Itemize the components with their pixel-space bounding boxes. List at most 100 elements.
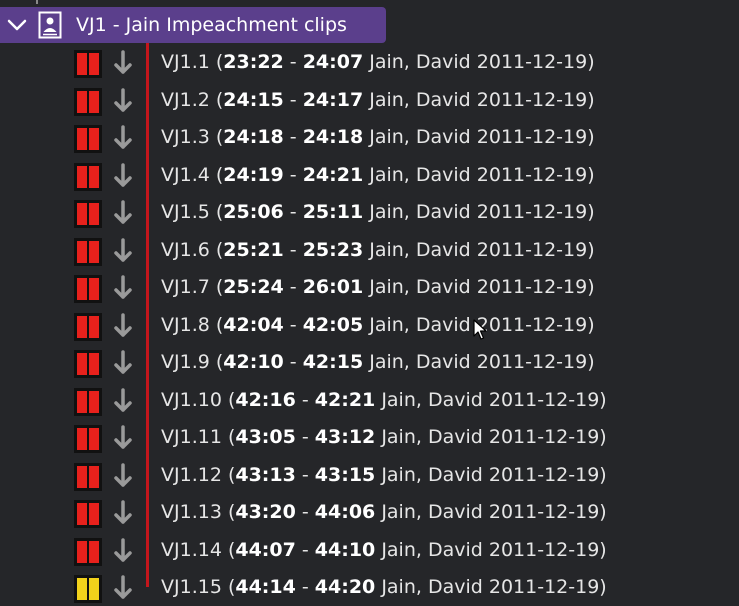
clip-date: 2011-12-19 <box>476 88 588 111</box>
clip-start-time: 23:22 <box>223 51 284 73</box>
down-arrow-icon[interactable] <box>112 312 134 340</box>
down-arrow-icon[interactable] <box>112 387 134 415</box>
clip-end-time: 24:17 <box>302 88 364 111</box>
down-arrow-icon[interactable] <box>112 87 134 115</box>
clip-end-time: 44:20 <box>314 576 376 598</box>
clip-id: VJ1.11 <box>161 426 222 448</box>
clip-id: VJ1.2 <box>161 88 210 111</box>
clip-row[interactable]: VJ1.13 (43:20 - 44:06 Jain, David 2011-1… <box>0 493 739 531</box>
group-header[interactable]: VJ1 - Jain Impeachment clips <box>0 7 386 43</box>
mouse-cursor-icon <box>473 319 487 340</box>
clip-row[interactable]: VJ1.9 (42:10 - 42:15 Jain, David 2011-12… <box>0 343 739 381</box>
clip-row[interactable]: VJ1.5 (25:06 - 25:11 Jain, David 2011-12… <box>0 193 739 231</box>
pause-status-icon[interactable] <box>74 425 102 453</box>
down-arrow-icon[interactable] <box>112 424 134 452</box>
clip-end-time: 24:07 <box>302 51 364 73</box>
down-arrow-icon[interactable] <box>112 274 134 302</box>
clip-label: VJ1.14 (44:07 - 44:10 Jain, David 2011-1… <box>161 538 607 561</box>
clip-label: VJ1.12 (43:13 - 43:15 Jain, David 2011-1… <box>161 463 607 486</box>
down-arrow-icon[interactable] <box>112 199 134 227</box>
pause-status-icon[interactable] <box>74 350 102 378</box>
down-arrow-icon[interactable] <box>112 349 134 377</box>
clip-id: VJ1.8 <box>161 313 210 336</box>
chevron-down-icon[interactable] <box>0 7 34 43</box>
clip-label: VJ1.5 (25:06 - 25:11 Jain, David 2011-12… <box>161 201 595 223</box>
clip-end-time: 25:23 <box>302 238 364 261</box>
clip-speaker: Jain, David <box>369 51 471 73</box>
clip-row[interactable]: VJ1.7 (25:24 - 26:01 Jain, David 2011-12… <box>0 268 739 306</box>
clip-date: 2011-12-19 <box>488 426 600 448</box>
clip-label: VJ1.8 (42:04 - 42:05 Jain, David 2011-12… <box>161 313 595 336</box>
clip-date: 2011-12-19 <box>476 351 588 373</box>
clip-id: VJ1.13 <box>161 501 222 523</box>
clip-end-time: 42:21 <box>314 388 376 411</box>
pause-status-icon[interactable] <box>74 125 102 153</box>
pause-status-icon[interactable] <box>74 312 102 341</box>
down-arrow-icon[interactable] <box>112 537 134 565</box>
clip-row[interactable]: VJ1.14 (44:07 - 44:10 Jain, David 2011-1… <box>0 531 739 569</box>
pause-status-icon[interactable] <box>74 387 102 416</box>
clip-row[interactable]: VJ1.3 (24:18 - 24:18 Jain, David 2011-12… <box>0 118 739 156</box>
pause-status-icon[interactable] <box>74 200 102 228</box>
clip-speaker: Jain, David <box>381 426 483 448</box>
pause-status-icon[interactable] <box>74 500 102 528</box>
down-arrow-icon[interactable] <box>112 462 134 490</box>
down-arrow-icon[interactable] <box>112 499 134 527</box>
clip-end-time: 42:15 <box>302 351 364 373</box>
pause-status-icon[interactable] <box>74 237 102 266</box>
clip-speaker: Jain, David <box>381 463 483 486</box>
clip-speaker: Jain, David <box>381 576 483 598</box>
clip-id: VJ1.4 <box>161 163 210 186</box>
clip-start-time: 42:10 <box>223 351 284 373</box>
clip-speaker: Jain, David <box>369 88 471 111</box>
clip-label: VJ1.11 (43:05 - 43:12 Jain, David 2011-1… <box>161 426 607 448</box>
clip-start-time: 24:15 <box>223 88 284 111</box>
clip-end-time: 43:15 <box>314 463 376 486</box>
clip-id: VJ1.10 <box>161 388 222 411</box>
clip-row[interactable]: VJ1.1 (23:22 - 24:07 Jain, David 2011-12… <box>0 43 739 81</box>
down-arrow-icon[interactable] <box>112 124 134 152</box>
clip-row[interactable]: VJ1.4 (24:19 - 24:21 Jain, David 2011-12… <box>0 156 739 194</box>
down-arrow-icon[interactable] <box>112 162 134 190</box>
pause-status-icon[interactable] <box>74 162 102 191</box>
clip-date: 2011-12-19 <box>476 51 588 73</box>
clip-date: 2011-12-19 <box>476 163 588 186</box>
clip-date: 2011-12-19 <box>476 238 588 261</box>
clip-list: VJ1.1 (23:22 - 24:07 Jain, David 2011-12… <box>0 43 739 606</box>
tree-connector-stub <box>36 0 38 4</box>
clip-speaker: Jain, David <box>369 238 471 261</box>
clip-start-time: 25:24 <box>223 276 284 298</box>
pause-status-icon[interactable] <box>74 87 102 116</box>
document-person-icon <box>37 11 63 39</box>
clip-start-time: 44:14 <box>235 576 296 598</box>
clip-speaker: Jain, David <box>381 388 483 411</box>
clip-row[interactable]: VJ1.12 (43:13 - 43:15 Jain, David 2011-1… <box>0 456 739 494</box>
clip-start-time: 25:21 <box>223 238 284 261</box>
clip-date: 2011-12-19 <box>488 463 600 486</box>
down-arrow-icon[interactable] <box>112 237 134 265</box>
clip-row[interactable]: VJ1.8 (42:04 - 42:05 Jain, David 2011-12… <box>0 306 739 344</box>
clip-row[interactable]: VJ1.2 (24:15 - 24:17 Jain, David 2011-12… <box>0 81 739 119</box>
clip-row[interactable]: VJ1.6 (25:21 - 25:23 Jain, David 2011-12… <box>0 231 739 269</box>
pause-status-icon[interactable] <box>74 50 102 78</box>
clip-label: VJ1.10 (42:16 - 42:21 Jain, David 2011-1… <box>161 388 607 411</box>
pause-status-icon[interactable] <box>74 537 102 566</box>
down-arrow-icon[interactable] <box>112 49 134 77</box>
clip-speaker: Jain, David <box>381 501 483 523</box>
clip-label: VJ1.6 (25:21 - 25:23 Jain, David 2011-12… <box>161 238 595 261</box>
pause-status-icon[interactable] <box>74 462 102 491</box>
clip-row[interactable]: VJ1.11 (43:05 - 43:12 Jain, David 2011-1… <box>0 418 739 456</box>
clip-label: VJ1.13 (43:20 - 44:06 Jain, David 2011-1… <box>161 501 607 523</box>
clip-id: VJ1.6 <box>161 238 210 261</box>
clip-label: VJ1.4 (24:19 - 24:21 Jain, David 2011-12… <box>161 163 595 186</box>
down-arrow-icon[interactable] <box>112 574 134 602</box>
pause-status-icon[interactable] <box>74 275 102 303</box>
clip-id: VJ1.14 <box>161 538 222 561</box>
group-title: VJ1 - Jain Impeachment clips <box>76 14 347 36</box>
clip-label: VJ1.15 (44:14 - 44:20 Jain, David 2011-1… <box>161 576 607 598</box>
clip-end-time: 25:11 <box>302 201 364 223</box>
clip-row[interactable]: VJ1.10 (42:16 - 42:21 Jain, David 2011-1… <box>0 381 739 419</box>
clip-speaker: Jain, David <box>369 276 471 298</box>
clip-label: VJ1.1 (23:22 - 24:07 Jain, David 2011-12… <box>161 51 595 73</box>
pause-status-icon[interactable] <box>74 575 102 603</box>
